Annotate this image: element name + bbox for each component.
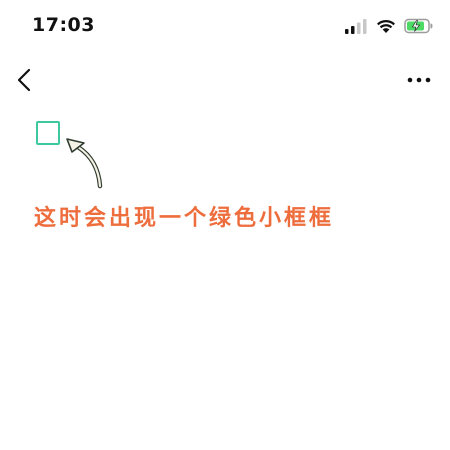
nav-bar <box>0 52 450 108</box>
more-button[interactable] <box>406 70 432 90</box>
chevron-left-icon <box>17 68 31 92</box>
status-icons <box>344 16 434 36</box>
more-horizontal-icon <box>407 77 431 83</box>
annotation-text: 这时会出现一个绿色小框框 <box>34 206 335 231</box>
screen: 17:03 这时会出现一个绿色小框框 <box>0 0 450 450</box>
back-button[interactable] <box>12 66 38 94</box>
content-area: 这时会出现一个绿色小框框 <box>0 108 450 450</box>
cellular-signal-icon <box>345 19 367 34</box>
wifi-icon <box>377 19 395 33</box>
status-bar: 17:03 <box>0 0 450 52</box>
status-time: 17:03 <box>32 14 95 36</box>
battery-charging-icon <box>404 18 433 34</box>
curved-arrow-icon <box>66 138 103 189</box>
green-checkbox-frame[interactable] <box>36 121 60 145</box>
